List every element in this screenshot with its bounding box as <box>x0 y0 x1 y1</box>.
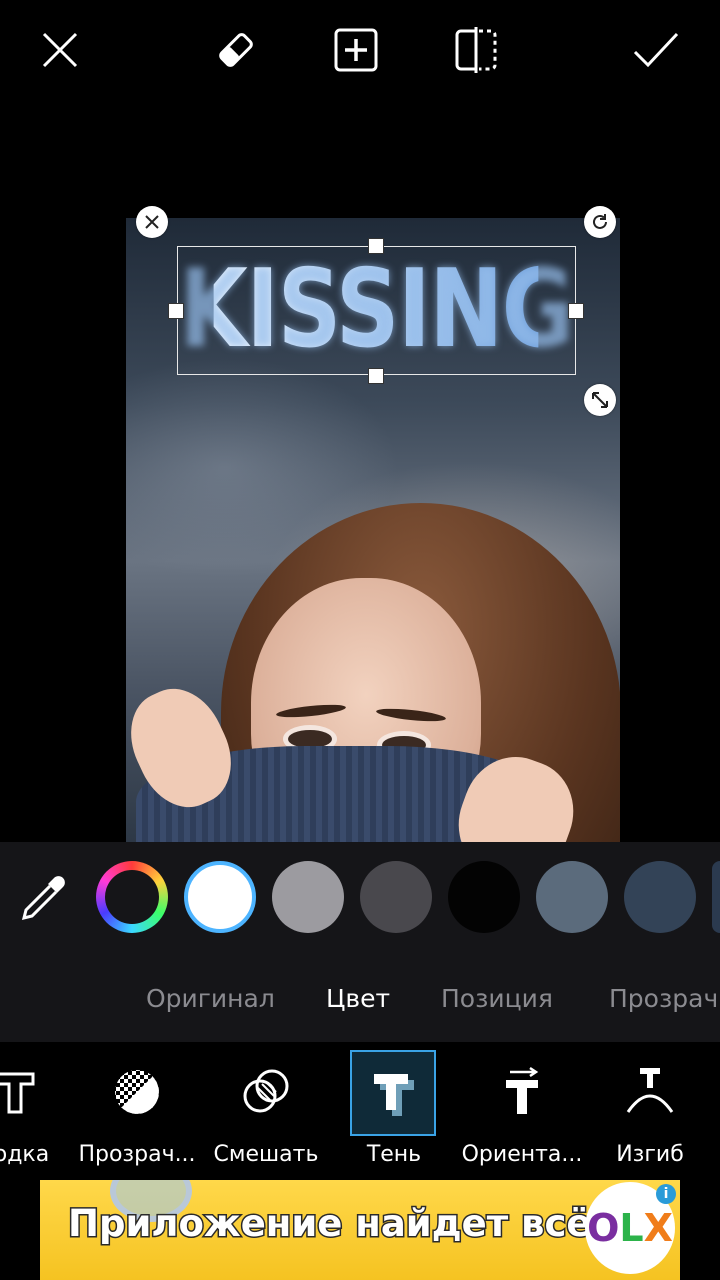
tab-opacity[interactable]: Прозрач <box>609 984 718 1013</box>
orientation-icon <box>506 1066 539 1114</box>
tool-orientation[interactable]: Ориента... <box>462 1050 582 1178</box>
add-layer-icon <box>334 28 378 72</box>
swatch-white[interactable] <box>184 861 256 933</box>
swatch-black[interactable] <box>448 861 520 933</box>
rotate-layer-button[interactable] <box>584 206 616 238</box>
resize-handle-top[interactable] <box>368 238 384 254</box>
shadow-text-icon <box>374 1074 414 1116</box>
add-layer-button[interactable] <box>328 22 384 78</box>
tab-position[interactable]: Позиция <box>441 984 553 1013</box>
close-icon <box>42 32 78 68</box>
eraser-icon <box>219 33 253 67</box>
opacity-icon <box>115 1070 159 1114</box>
bend-icon <box>626 1068 674 1113</box>
top-toolbar <box>0 0 720 100</box>
scale-layer-button[interactable] <box>584 384 616 416</box>
tool-label: Изгиб <box>616 1142 684 1167</box>
resize-handle-right[interactable] <box>568 303 584 319</box>
eraser-button[interactable] <box>208 22 264 78</box>
close-button[interactable] <box>32 22 88 78</box>
delete-layer-button[interactable] <box>136 206 168 238</box>
eyedropper-icon <box>21 876 65 921</box>
tool-bend[interactable]: Изгиб <box>590 1050 710 1178</box>
ad-info-icon[interactable]: i <box>656 1184 676 1204</box>
resize-handle-bottom[interactable] <box>368 368 384 384</box>
tool-blend[interactable]: Смешать <box>206 1050 326 1178</box>
resize-handle-left[interactable] <box>168 303 184 319</box>
swatch-partial[interactable] <box>712 861 720 933</box>
checkmark-icon <box>633 32 679 68</box>
tab-color[interactable]: Цвет <box>326 984 390 1013</box>
tool-shadow[interactable]: Тень <box>334 1050 454 1178</box>
close-icon <box>145 215 159 229</box>
swatch-slate[interactable] <box>536 861 608 933</box>
swatch-navy-slate[interactable] <box>624 861 696 933</box>
eyedropper-button[interactable] <box>18 872 70 924</box>
ad-banner[interactable]: Приложение найдет всё! OLX i <box>40 1180 680 1280</box>
selection-box <box>177 246 576 375</box>
apply-button[interactable] <box>628 22 684 78</box>
blend-icon <box>243 1069 289 1113</box>
compare-icon <box>455 27 497 73</box>
ad-text: Приложение найдет всё! <box>66 1201 609 1247</box>
swatch-light-gray[interactable] <box>272 861 344 933</box>
tool-opacity[interactable]: Прозрач... <box>77 1050 197 1178</box>
swatch-dark-gray[interactable] <box>360 861 432 933</box>
tab-original[interactable]: Оригинал <box>146 984 275 1013</box>
rotate-icon <box>593 214 607 229</box>
stroke-text-icon <box>0 1072 35 1114</box>
swatch-color-wheel[interactable] <box>96 861 168 933</box>
scale-arrows-icon <box>592 392 608 408</box>
compare-button[interactable] <box>448 22 504 78</box>
